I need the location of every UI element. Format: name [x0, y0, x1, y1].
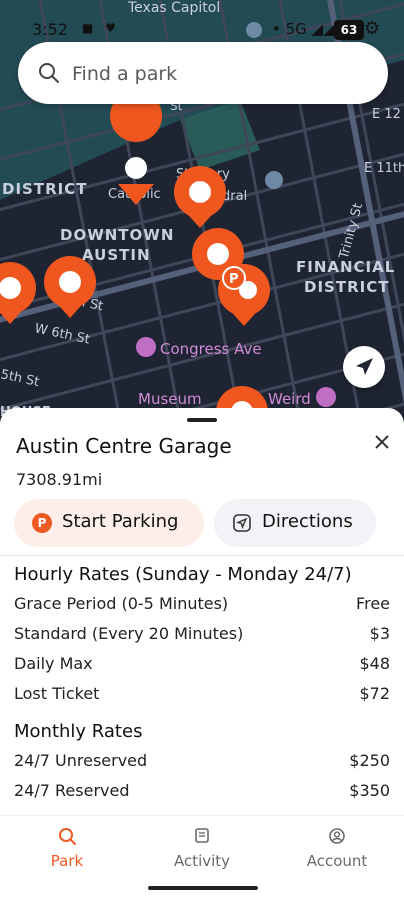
rate-value: $350 [349, 781, 390, 800]
nav-tab-label: Park [50, 852, 84, 870]
rate-label: Standard (Every 20 Minutes) [14, 624, 244, 643]
bottom-navigation: Park Activity Account [0, 815, 404, 901]
start-parking-button[interactable]: P Start Parking [14, 499, 204, 547]
nav-tab-park[interactable]: Park [0, 816, 134, 886]
rate-label: 24/7 Reserved [14, 781, 130, 800]
poi-marker[interactable] [136, 337, 156, 357]
garage-title: Austin Centre Garage [16, 434, 232, 458]
rate-value: $48 [359, 654, 390, 673]
monthly-rates-title: Monthly Rates [14, 721, 143, 742]
home-indicator [148, 886, 258, 890]
rate-label: 24/7 Unreserved [14, 751, 148, 770]
nav-tab-account[interactable]: Account [270, 816, 404, 886]
directions-icon [233, 514, 251, 532]
rate-label: Grace Period (0-5 Minutes) [14, 594, 229, 613]
account-user-icon [329, 828, 345, 844]
directions-button[interactable]: Directions [214, 499, 376, 547]
status-time: 3:52 [32, 20, 68, 39]
map-label: DOWNTOWN [60, 226, 174, 244]
map-label: Congress Ave [160, 340, 262, 358]
status-bar: 3:52 ■ ♥ • 5G ◢◢ 63 ⚙ [0, 0, 404, 44]
my-location-button[interactable] [343, 346, 385, 388]
start-parking-label: Start Parking [62, 511, 179, 532]
divider [0, 555, 404, 556]
map-label: AUSTIN [82, 246, 151, 264]
map-label: E 11th [364, 161, 404, 176]
navigation-arrow-icon [356, 358, 373, 375]
search-icon [59, 828, 76, 845]
rate-value: $3 [369, 624, 390, 643]
map-label: DISTRICT [304, 278, 389, 296]
search-icon [39, 63, 59, 83]
nav-tab-label: Activity [173, 852, 231, 870]
sheet-drag-handle[interactable] [187, 418, 217, 422]
rate-row: Lost Ticket $72 [14, 684, 390, 708]
map-label: DISTRICT [2, 180, 87, 198]
rate-value: Free [356, 594, 390, 613]
parking-p-icon: P [32, 513, 52, 533]
search-input[interactable] [70, 58, 364, 90]
rate-value: $250 [349, 751, 390, 770]
rate-row: Grace Period (0-5 Minutes) Free [14, 594, 390, 618]
rate-row: 24/7 Reserved $350 [14, 781, 390, 805]
rate-row: Daily Max $48 [14, 654, 390, 678]
notification-icons: ■ ♥ [82, 21, 120, 35]
map-label: FINANCIAL [296, 258, 395, 276]
rate-label: Daily Max [14, 654, 93, 673]
activity-receipt-icon [195, 828, 209, 843]
settings-gear-icon: ⚙ [364, 18, 381, 39]
rate-value: $72 [359, 684, 390, 703]
battery-icon: 63 [334, 20, 364, 40]
svg-text:P: P [229, 272, 239, 287]
rate-label: Lost Ticket [14, 684, 100, 703]
network-indicator: • 5G ◢◢ [272, 20, 335, 38]
map-label: E 12 [372, 107, 401, 122]
directions-label: Directions [262, 511, 353, 532]
map-label: Weird [268, 390, 311, 408]
garage-distance: 7308.91mi [16, 470, 103, 489]
nav-tab-label: Account [306, 852, 368, 870]
rate-row: Standard (Every 20 Minutes) $3 [14, 624, 390, 648]
poi-marker[interactable] [265, 171, 283, 189]
rate-row: 24/7 Unreserved $250 [14, 751, 390, 775]
hourly-rates-title: Hourly Rates (Sunday - Monday 24/7) [14, 564, 352, 585]
close-icon[interactable] [372, 432, 392, 452]
map-label: Museum [138, 390, 202, 408]
search-bar[interactable] [18, 42, 388, 104]
nav-tab-activity[interactable]: Activity [135, 816, 269, 886]
poi-marker[interactable] [316, 387, 336, 407]
